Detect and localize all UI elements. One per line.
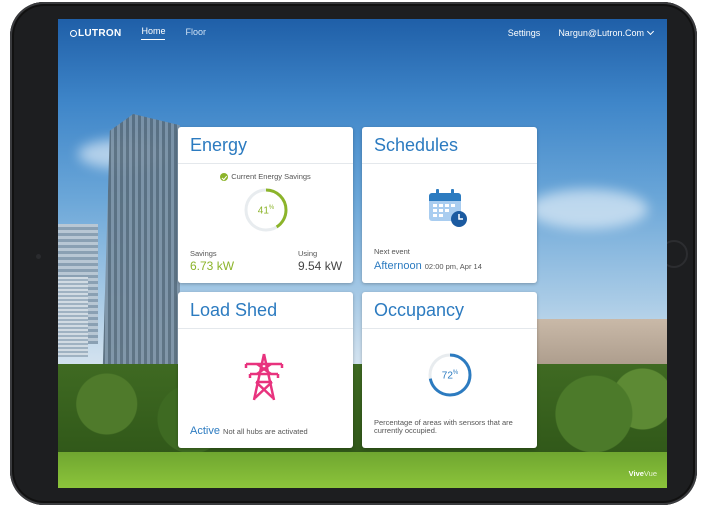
tab-home[interactable]: Home	[141, 26, 166, 40]
background-skyscraper	[102, 114, 180, 394]
next-event[interactable]: Afternoon 02:00 pm, Apr 14	[374, 260, 482, 272]
camera	[36, 254, 41, 259]
energy-percent-value: 41	[257, 205, 269, 217]
savings-label: Savings	[190, 249, 217, 258]
vivevue-logo: ViveVue	[629, 469, 657, 478]
energy-percent: 41%	[243, 205, 289, 216]
using-label: Using	[298, 249, 318, 258]
calendar-clock-icon	[429, 189, 467, 227]
cloud	[528, 189, 648, 229]
energy-subtitle: Current Energy Savings	[178, 172, 353, 182]
next-event-label: Next event	[374, 247, 410, 256]
check-icon	[220, 173, 229, 182]
power-tower-icon	[244, 353, 284, 401]
energy-subtitle-text: Current Energy Savings	[231, 172, 311, 181]
next-event-name: Afternoon	[374, 260, 422, 272]
user-email: Nargun@Lutron.Com	[558, 28, 644, 38]
savings-value: 6.73 kW	[190, 259, 235, 273]
screen: LUTRON Home Floor Settings Nargun@Lutron…	[58, 19, 667, 488]
brand-part2: Vue	[643, 469, 657, 478]
load-shed-status: Active Not all hubs are activated	[190, 425, 308, 437]
occupancy-card[interactable]: Occupancy 72% Percentage of areas with s…	[362, 292, 537, 448]
percent-sign: %	[452, 370, 459, 376]
logo-text: LUTRON	[78, 27, 122, 39]
occupancy-title: Occupancy	[362, 292, 537, 329]
background-building	[58, 277, 88, 357]
percent-sign: %	[268, 205, 275, 211]
schedules-card[interactable]: Schedules Next event Afternoon 02:00 pm,…	[362, 127, 537, 283]
load-shed-note: Not all hubs are activated	[223, 427, 308, 436]
settings-link[interactable]: Settings	[508, 28, 541, 38]
tab-floor[interactable]: Floor	[185, 27, 206, 40]
using-value: 9.54 kW	[298, 259, 343, 273]
energy-title: Energy	[178, 127, 353, 164]
occupancy-percent-value: 72	[441, 370, 453, 382]
user-menu[interactable]: Nargun@Lutron.Com	[558, 27, 655, 38]
top-nav: LUTRON Home Floor Settings Nargun@Lutron…	[58, 19, 667, 47]
load-shed-title: Load Shed	[178, 292, 353, 329]
next-event-time: 02:00 pm, Apr 14	[424, 262, 482, 271]
chevron-down-icon	[646, 27, 655, 36]
lutron-logo[interactable]: LUTRON	[70, 28, 121, 39]
occupancy-description: Percentage of areas with sensors that ar…	[374, 418, 513, 435]
occupancy-percent: 72%	[427, 370, 473, 381]
schedules-title: Schedules	[362, 127, 537, 164]
load-shed-card[interactable]: Load Shed Active Not all hubs are activa…	[178, 292, 353, 448]
energy-card[interactable]: Energy Current Energy Savings 41% Saving…	[178, 127, 353, 283]
logo-ring-icon	[70, 29, 77, 37]
brand-part1: Vive	[628, 469, 644, 478]
load-shed-status-text: Active	[190, 425, 220, 437]
background-lawn	[58, 452, 667, 488]
